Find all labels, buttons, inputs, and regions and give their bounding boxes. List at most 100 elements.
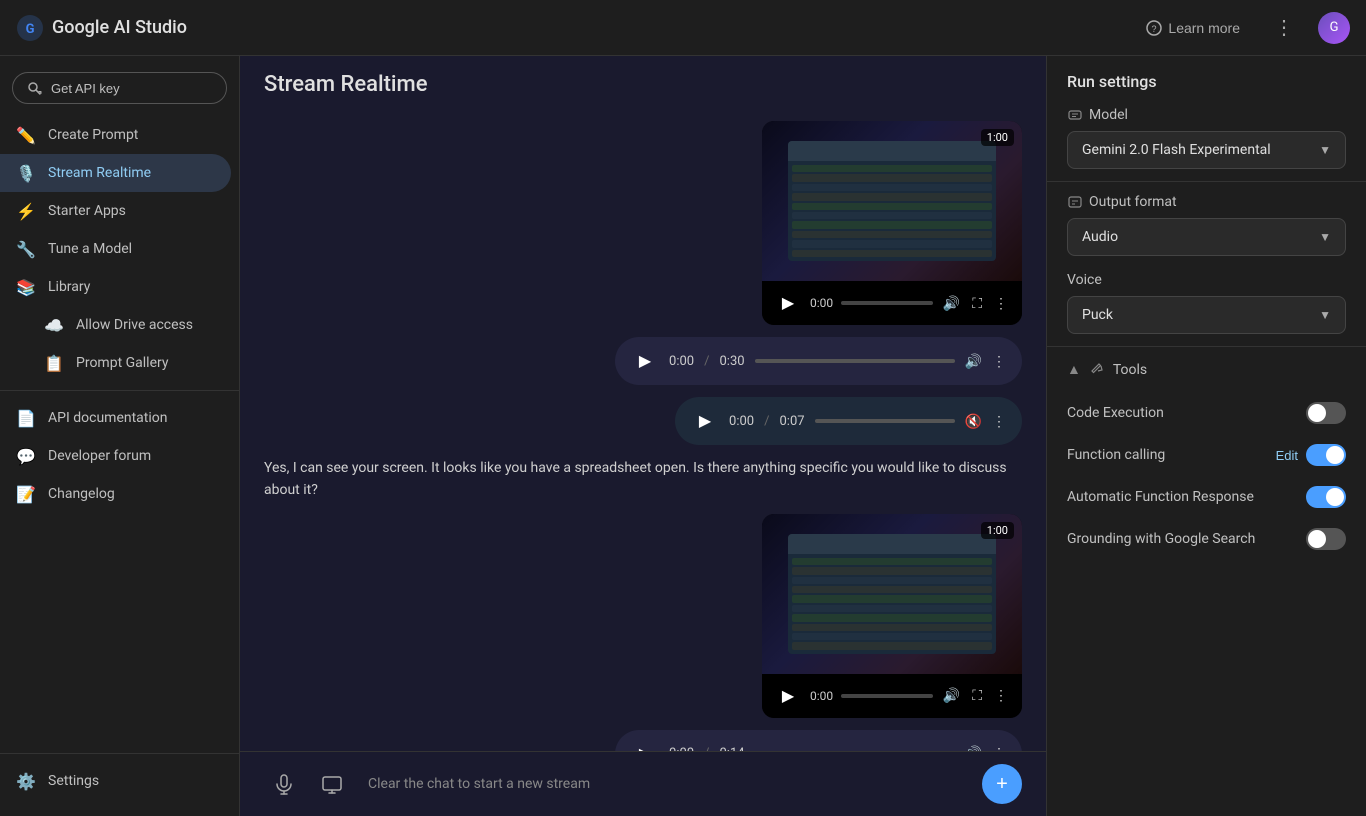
video-more-button-1[interactable]: ⋮ xyxy=(992,293,1010,314)
audio-time-current-1: 0:00 xyxy=(669,354,694,369)
video-volume-button-2[interactable]: 🔊 xyxy=(941,685,962,706)
user-audio-progress[interactable] xyxy=(815,419,955,423)
right-panel: Run settings Model Gemini 2.0 Flash Expe… xyxy=(1046,56,1366,816)
video-play-button-2[interactable]: ▶ xyxy=(774,682,802,710)
audio-more-button-1[interactable]: ⋮ xyxy=(992,353,1006,370)
api-key-label: Get API key xyxy=(51,81,120,96)
add-button[interactable]: + xyxy=(982,764,1022,804)
video-progress-2[interactable] xyxy=(841,694,933,698)
model-selector[interactable]: Gemini 2.0 Flash Experimental ▼ xyxy=(1067,131,1346,169)
grounding-google-toggle[interactable] xyxy=(1306,528,1346,550)
grounding-google-toggle-slider xyxy=(1306,528,1346,550)
tool-function-calling-actions: Edit xyxy=(1276,444,1346,466)
fake-row xyxy=(792,203,992,210)
fake-row xyxy=(792,586,992,593)
user-audio-more-button[interactable]: ⋮ xyxy=(992,413,1006,430)
fake-rows-1 xyxy=(792,165,992,257)
fake-screen-2 xyxy=(788,534,996,654)
sidebar-divider xyxy=(0,390,239,391)
settings-divider-2 xyxy=(1047,346,1366,347)
tool-auto-function-response-actions xyxy=(1306,486,1346,508)
output-format-value: Audio xyxy=(1082,229,1118,245)
sidebar-item-library[interactable]: 📚 Library xyxy=(0,268,231,306)
learn-more-label: Learn more xyxy=(1168,20,1240,36)
user-audio-play-button[interactable]: ▶ xyxy=(691,407,719,435)
function-calling-toggle[interactable] xyxy=(1306,444,1346,466)
api-docs-icon: 📄 xyxy=(16,408,36,428)
output-format-selector[interactable]: Audio ▼ xyxy=(1067,218,1346,256)
audio-player-2: ▶ 0:00 / 0:14 🔊 ⋮ xyxy=(615,730,1022,751)
auto-function-response-toggle[interactable] xyxy=(1306,486,1346,508)
microphone-button[interactable] xyxy=(264,764,304,804)
voice-label: Voice xyxy=(1067,272,1346,288)
tune-model-icon: 🔧 xyxy=(16,239,36,259)
voice-label-text: Voice xyxy=(1067,272,1102,288)
function-calling-edit-button[interactable]: Edit xyxy=(1276,448,1298,463)
video-fullscreen-button-2[interactable]: ⛶ xyxy=(970,685,984,706)
audio2-container: ▶ 0:00 / 0:14 🔊 ⋮ xyxy=(264,730,1022,751)
video-play-button-1[interactable]: ▶ xyxy=(774,289,802,317)
sidebar-item-settings[interactable]: ⚙️ Settings xyxy=(0,762,231,800)
sidebar-item-changelog[interactable]: 📝 Changelog xyxy=(0,475,231,513)
sidebar-item-allow-drive[interactable]: ☁️ Allow Drive access xyxy=(0,306,231,344)
video-time-1: 0:00 xyxy=(810,296,833,310)
sidebar-item-developer-forum[interactable]: 💬 Developer forum xyxy=(0,437,231,475)
sidebar-item-tune-model[interactable]: 🔧 Tune a Model xyxy=(0,230,231,268)
grounding-google-toggle-knob xyxy=(1308,530,1326,548)
fake-row xyxy=(792,633,992,640)
audio-play-button-1[interactable]: ▶ xyxy=(631,347,659,375)
get-api-key-button[interactable]: Get API key xyxy=(12,72,227,104)
audio1-container: ▶ 0:00 / 0:30 🔊 ⋮ xyxy=(264,337,1022,385)
fake-row xyxy=(792,240,992,247)
sidebar-item-starter-apps[interactable]: ⚡ Starter Apps xyxy=(0,192,231,230)
model-value: Gemini 2.0 Flash Experimental xyxy=(1082,142,1271,158)
fake-row xyxy=(792,624,992,631)
run-settings-title: Run settings xyxy=(1047,56,1366,99)
audio-play-button-2[interactable]: ▶ xyxy=(631,740,659,751)
output-format-icon xyxy=(1067,194,1083,210)
screen-share-button[interactable] xyxy=(312,764,352,804)
video-progress-1[interactable] xyxy=(841,301,933,305)
topbar: G Google AI Studio ? Learn more ⋮ G xyxy=(0,0,1366,56)
tools-header[interactable]: ▲ Tools xyxy=(1047,351,1366,388)
function-calling-toggle-slider xyxy=(1306,444,1346,466)
developer-forum-icon: 💬 xyxy=(16,446,36,466)
audio-progress-1[interactable] xyxy=(755,359,955,363)
learn-more-icon: ? xyxy=(1146,20,1162,36)
sidebar-item-api-docs[interactable]: 📄 API documentation xyxy=(0,399,231,437)
tool-function-calling-label: Function calling xyxy=(1067,447,1165,463)
video-volume-button-1[interactable]: 🔊 xyxy=(941,293,962,314)
video-card-1: 1:00 ▶ 0:00 🔊 ⛶ ⋮ xyxy=(762,121,1022,325)
learn-more-button[interactable]: ? Learn more xyxy=(1136,14,1250,42)
message-text-1: Yes, I can see your screen. It looks lik… xyxy=(264,457,1022,502)
output-format-chevron-icon: ▼ xyxy=(1319,230,1331,244)
user-audio-container: ▶ 0:00 / 0:07 🔇 ⋮ xyxy=(264,397,1022,445)
user-avatar[interactable]: G xyxy=(1318,12,1350,44)
sidebar-item-label-settings: Settings xyxy=(48,773,99,789)
sidebar-item-label-api-docs: API documentation xyxy=(48,410,168,426)
google-ai-studio-logo-icon: G xyxy=(16,14,44,42)
fake-row xyxy=(792,558,992,565)
sidebar-item-label-allow-drive: Allow Drive access xyxy=(76,317,193,333)
video-card-2: 1:00 ▶ 0:00 🔊 ⛶ ⋮ xyxy=(762,514,1022,718)
svg-text:?: ? xyxy=(1152,24,1157,34)
api-key-icon xyxy=(27,80,43,96)
audio-volume-button-1[interactable]: 🔊 xyxy=(965,353,982,370)
stream-realtime-icon: 🎙️ xyxy=(16,163,36,183)
sidebar-item-prompt-gallery[interactable]: 📋 Prompt Gallery xyxy=(0,344,231,382)
voice-selector[interactable]: Puck ▼ xyxy=(1067,296,1346,334)
video-fullscreen-button-1[interactable]: ⛶ xyxy=(970,293,984,314)
sidebar-item-create-prompt[interactable]: ✏️ Create Prompt xyxy=(0,116,231,154)
tools-content: Code Execution Function calling Edit xyxy=(1047,388,1366,564)
code-execution-toggle-knob xyxy=(1308,404,1326,422)
sidebar-item-stream-realtime[interactable]: 🎙️ Stream Realtime xyxy=(0,154,231,192)
more-options-button[interactable]: ⋮ xyxy=(1266,11,1302,44)
sidebar-item-label-library: Library xyxy=(48,279,90,295)
video-thumbnail-2: 1:00 xyxy=(762,514,1022,674)
prompt-gallery-icon: 📋 xyxy=(44,353,64,373)
video-more-button-2[interactable]: ⋮ xyxy=(992,685,1010,706)
code-execution-toggle[interactable] xyxy=(1306,402,1346,424)
user-audio-volume-button[interactable]: 🔇 xyxy=(965,413,982,430)
video-badge-1: 1:00 xyxy=(981,129,1014,146)
function-calling-toggle-knob xyxy=(1326,446,1344,464)
